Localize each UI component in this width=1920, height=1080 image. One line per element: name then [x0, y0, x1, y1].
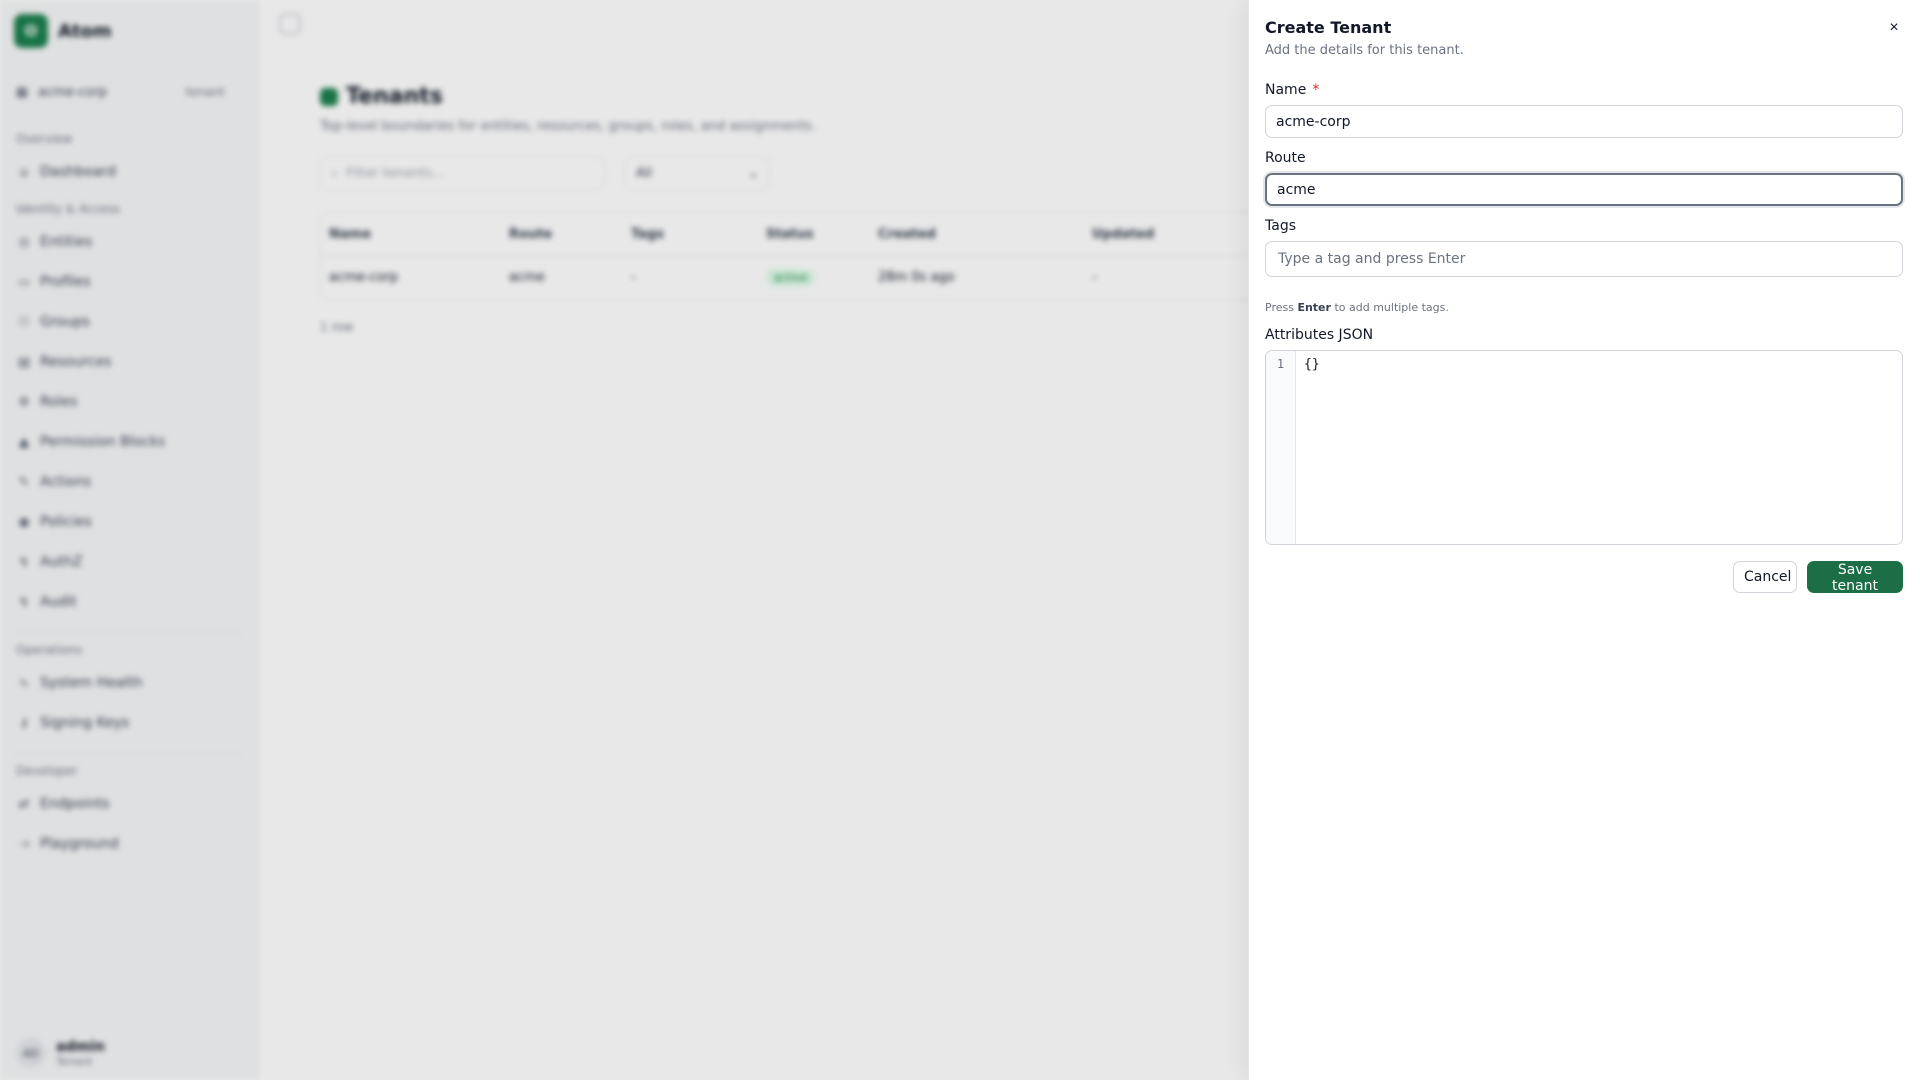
drawer-title: Create Tenant: [1265, 18, 1392, 37]
close-button[interactable]: ×: [1884, 18, 1904, 38]
form-actions: Cancel Save tenant: [1265, 561, 1903, 594]
drawer-subtitle: Add the details for this tenant.: [1265, 43, 1464, 58]
route-input[interactable]: [1265, 173, 1903, 206]
tags-input[interactable]: [1265, 241, 1903, 277]
route-label: Route: [1265, 150, 1306, 166]
json-code[interactable]: {}: [1296, 351, 1328, 544]
cancel-button[interactable]: Cancel: [1733, 561, 1797, 593]
tags-help-text: Press Enter to add multiple tags.: [1265, 301, 1904, 314]
attributes-json-label: Attributes JSON: [1265, 327, 1374, 343]
save-tenant-button[interactable]: Save tenant: [1807, 561, 1903, 594]
help-text-suffix: to add multiple tags.: [1334, 301, 1449, 314]
create-tenant-drawer: Create Tenant Add the details for this t…: [1248, 0, 1920, 1080]
line-number-gutter: 1: [1266, 351, 1296, 544]
close-icon: ×: [1889, 19, 1899, 36]
tags-label: Tags: [1265, 218, 1296, 234]
name-label: Name *: [1265, 82, 1904, 98]
name-label-text: Name: [1265, 82, 1307, 98]
help-text-key: Enter: [1297, 301, 1331, 314]
drawer-header: Create Tenant Add the details for this t…: [1265, 18, 1904, 58]
name-input[interactable]: [1265, 105, 1903, 138]
attributes-json-editor[interactable]: 1 {}: [1265, 350, 1903, 545]
required-indicator: *: [1312, 82, 1320, 98]
help-text-prefix: Press: [1265, 301, 1294, 314]
